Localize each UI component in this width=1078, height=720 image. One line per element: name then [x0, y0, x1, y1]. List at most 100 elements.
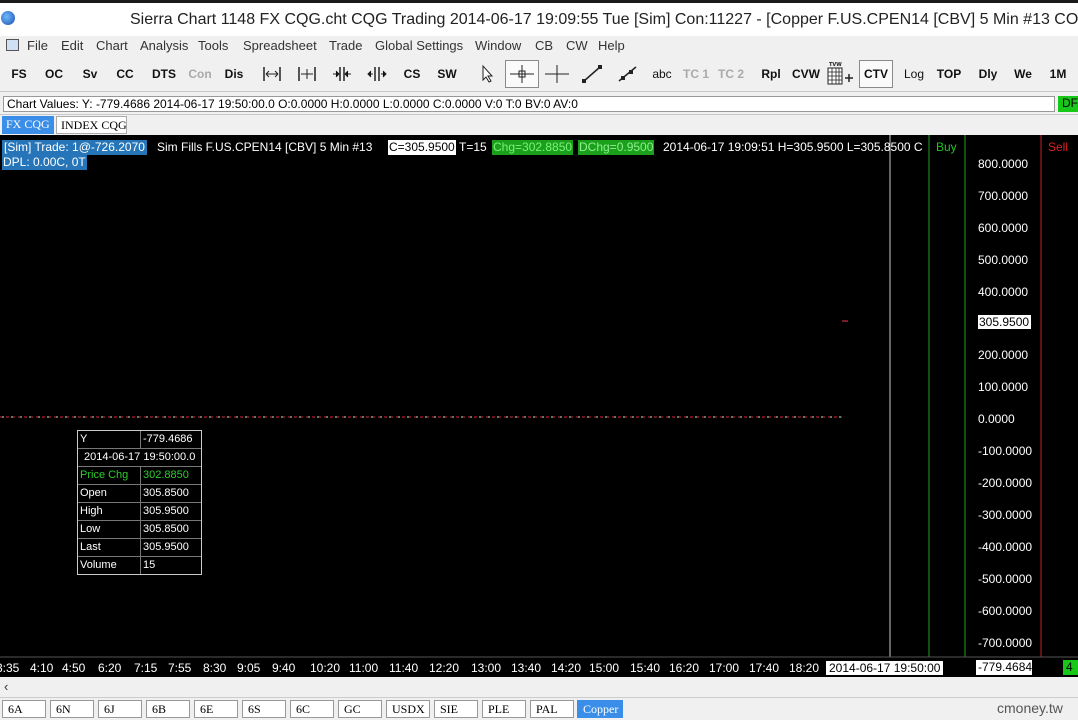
chartbook-tabs: FX CQG INDEX CQG [0, 115, 1078, 135]
scroll-left-icon[interactable]: ‹ [4, 679, 8, 694]
sim-fills-label: Sim Fills F.US.CPEN14 [CBV] 5 Min #13 [157, 140, 373, 154]
x-axis-tick-label: 12:20 [429, 661, 460, 675]
zoom-out-icon[interactable] [361, 60, 393, 88]
y-axis-tick-label: -300.0000 [978, 508, 1033, 522]
bar-spacing-icon[interactable] [291, 60, 323, 88]
y-axis-tick-label: 100.0000 [978, 380, 1029, 394]
pointer-icon[interactable] [471, 60, 503, 88]
sell-label: Sell [1048, 140, 1069, 154]
tab-usdx[interactable]: USDX [386, 700, 430, 718]
y-axis-tick-label: 400.0000 [978, 285, 1029, 299]
ray-tool-icon[interactable] [611, 60, 643, 88]
monthly-button[interactable]: 1M [1042, 60, 1074, 88]
tab-index-cqg[interactable]: INDEX CQG [56, 116, 127, 134]
tab-gc[interactable]: GC [338, 700, 382, 718]
tc2-button[interactable]: TC 2 [715, 60, 747, 88]
y-label: Y [80, 433, 88, 445]
x-axis-tick-label: 15:00 [589, 661, 620, 675]
tab-copper[interactable]: Copper [577, 700, 623, 718]
rpl-button[interactable]: Rpl [755, 60, 787, 88]
menu-chart[interactable]: Chart [96, 38, 128, 53]
menu-cw[interactable]: CW [566, 38, 588, 53]
tab-6c[interactable]: 6C [290, 700, 334, 718]
daily-button[interactable]: Dly [972, 60, 1004, 88]
tab-6n[interactable]: 6N [50, 700, 94, 718]
y-axis-tick-label: -600.0000 [978, 604, 1033, 618]
weekly-button[interactable]: We [1007, 60, 1039, 88]
line-tool-icon[interactable] [576, 60, 608, 88]
log-button[interactable]: Log [898, 60, 930, 88]
menu-global-settings[interactable]: Global Settings [375, 38, 463, 53]
y-axis-last-price: 305.9500 [978, 315, 1031, 329]
cursor-value-label: -779.4684 [976, 660, 1033, 675]
close-value: C=305.9500 [388, 140, 456, 155]
menu-help[interactable]: Help [598, 38, 625, 53]
open-label: Open [80, 487, 107, 499]
sv-button[interactable]: Sv [74, 60, 106, 88]
sw-button[interactable]: SW [431, 60, 463, 88]
tab-6j[interactable]: 6J [98, 700, 142, 718]
menu-file[interactable]: File [27, 38, 48, 53]
fs-button[interactable]: FS [4, 60, 34, 88]
menu-cb[interactable]: CB [535, 38, 553, 53]
datetime-value: 2014-06-17 19:50:00.0 [84, 451, 196, 463]
text-tool-button[interactable]: abc [646, 60, 678, 88]
x-axis-tick-label: 9:40 [272, 661, 296, 675]
tab-6b[interactable]: 6B [146, 700, 190, 718]
y-axis-tick-label: 800.0000 [978, 157, 1029, 171]
x-axis-tick-label: 10:20 [310, 661, 341, 675]
menu-analysis[interactable]: Analysis [140, 38, 188, 53]
interval-icon[interactable] [256, 60, 288, 88]
dis-button[interactable]: Dis [218, 60, 250, 88]
menu-spreadsheet[interactable]: Spreadsheet [243, 38, 317, 53]
x-axis-tick-label: 18:20 [789, 661, 820, 675]
sim-trade-label: [Sim] Trade: 1@-726.2070 [2, 140, 147, 155]
y-axis-tick-label: -400.0000 [978, 540, 1033, 554]
app-icon[interactable] [1, 11, 15, 25]
tab-fx-cqg[interactable]: FX CQG [2, 116, 54, 134]
cc-button[interactable]: CC [109, 60, 141, 88]
data-window[interactable]: Y -779.4686 2014-06-17 19:50:00.0 Price … [77, 430, 202, 575]
zoom-in-icon[interactable] [326, 60, 358, 88]
tab-6e[interactable]: 6E [194, 700, 238, 718]
right-badge: 4 [1063, 660, 1078, 675]
cursor-time-label: 2014-06-17 19:50:00 [826, 661, 944, 675]
cvw-button[interactable]: CVW [789, 60, 823, 88]
x-axis-tick-label: 17:00 [709, 661, 740, 675]
dts-button[interactable]: DTS [146, 60, 182, 88]
top-button[interactable]: TOP [932, 60, 966, 88]
oc-button[interactable]: OC [38, 60, 70, 88]
high-value: 305.9500 [140, 503, 201, 520]
y-axis-tick-label: -700.0000 [978, 636, 1033, 650]
crosshair-icon[interactable] [505, 60, 539, 88]
document-icon[interactable] [6, 39, 19, 51]
ctv-button[interactable]: CTV [859, 60, 893, 88]
horizontal-scrollbar[interactable]: ‹ [0, 677, 1078, 697]
tab-ple[interactable]: PLE [482, 700, 526, 718]
price-chg-label: Price Chg [80, 469, 129, 481]
cursor-line-icon[interactable] [541, 60, 573, 88]
chart-region[interactable]: [Sim] Trade: 1@-726.2070 Sim Fills F.US.… [0, 135, 1078, 677]
menu-tools[interactable]: Tools [198, 38, 228, 53]
last-label: Last [80, 541, 101, 553]
y-axis-tick-label: -200.0000 [978, 476, 1033, 490]
tab-sie[interactable]: SIE [434, 700, 478, 718]
tab-6s[interactable]: 6S [242, 700, 286, 718]
y-value: -779.4686 [140, 431, 201, 448]
tc1-button[interactable]: TC 1 [680, 60, 712, 88]
x-axis-tick-label: 6:20 [98, 661, 122, 675]
x-axis[interactable]: 2014-06-17 19:50:00 3:35 4:10 4:50 6:20 7:15… [0, 661, 956, 675]
tvw-grid-icon[interactable]: TVW [825, 60, 857, 88]
x-axis-tick-label: 11:00 [349, 661, 379, 675]
svg-text:TVW: TVW [829, 62, 842, 68]
tab-6a[interactable]: 6A [2, 700, 46, 718]
dpl-label: DPL: 0.00C, 0T [2, 155, 87, 170]
cs-button[interactable]: CS [396, 60, 428, 88]
menu-edit[interactable]: Edit [61, 38, 83, 53]
x-axis-tick-label: 7:15 [134, 661, 158, 675]
menu-trade[interactable]: Trade [329, 38, 362, 53]
con-button[interactable]: Con [184, 60, 216, 88]
tab-pal[interactable]: PAL [530, 700, 574, 718]
menu-window[interactable]: Window [475, 38, 521, 53]
dchange-value: DChg=0.9500 [578, 140, 655, 155]
